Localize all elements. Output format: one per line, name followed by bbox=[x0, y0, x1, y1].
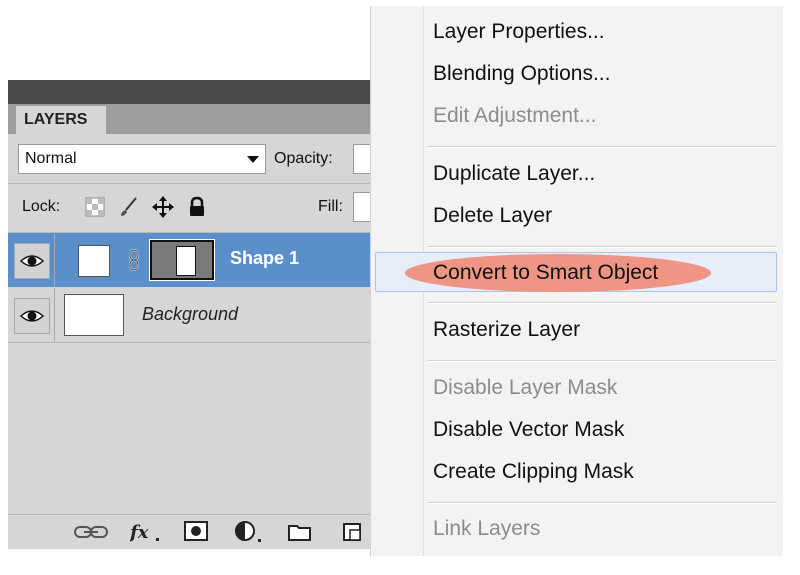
eye-icon bbox=[20, 255, 44, 267]
tab-layers[interactable]: LAYERS bbox=[16, 106, 106, 134]
layer-thumbnail[interactable] bbox=[78, 245, 110, 277]
add-mask-icon[interactable] bbox=[184, 521, 210, 543]
layer-row-shape-1[interactable]: Shape 1 bbox=[8, 233, 370, 287]
svg-text:fx: fx bbox=[130, 522, 149, 543]
menu-divider bbox=[427, 302, 777, 304]
adjustment-layer-icon[interactable] bbox=[234, 521, 266, 545]
divider bbox=[8, 183, 370, 184]
layers-panel: LAYERS Normal Opacity: Lock: Fill: Shape… bbox=[8, 80, 370, 549]
menu-item-link-layers: Link Layers bbox=[433, 517, 541, 540]
opacity-field[interactable] bbox=[353, 144, 370, 174]
visibility-toggle[interactable] bbox=[14, 243, 50, 279]
lock-image-pixels-icon[interactable] bbox=[118, 196, 140, 218]
divider bbox=[54, 288, 55, 342]
new-group-icon[interactable] bbox=[288, 522, 312, 542]
visibility-toggle[interactable] bbox=[14, 298, 50, 334]
layer-context-menu: Layer Properties... Blending Options... … bbox=[370, 6, 783, 556]
opacity-label: Opacity: bbox=[274, 150, 333, 167]
menu-item-blending-options[interactable]: Blending Options... bbox=[433, 62, 610, 86]
mask-shape bbox=[176, 246, 196, 276]
new-layer-icon[interactable] bbox=[342, 522, 364, 544]
blend-mode-select[interactable]: Normal bbox=[18, 144, 266, 174]
fx-icon[interactable]: fx bbox=[130, 520, 162, 544]
panel-footer: fx bbox=[8, 514, 370, 549]
divider bbox=[54, 233, 55, 287]
chevron-down-icon bbox=[247, 156, 259, 163]
link-icon[interactable] bbox=[128, 249, 140, 271]
layer-name[interactable]: Background bbox=[142, 304, 238, 325]
menu-divider bbox=[427, 502, 777, 504]
link-layers-icon[interactable] bbox=[74, 523, 108, 541]
blend-mode-value: Normal bbox=[25, 150, 77, 167]
layer-thumbnail[interactable] bbox=[64, 294, 124, 336]
menu-item-rasterize-layer[interactable]: Rasterize Layer bbox=[433, 318, 580, 342]
layer-name[interactable]: Shape 1 bbox=[230, 248, 299, 269]
menu-item-duplicate-layer[interactable]: Duplicate Layer... bbox=[433, 162, 595, 186]
menu-item-edit-adjustment: Edit Adjustment... bbox=[433, 104, 597, 127]
menu-item-layer-properties[interactable]: Layer Properties... bbox=[433, 20, 605, 44]
fill-label: Fill: bbox=[318, 198, 343, 215]
eye-icon bbox=[20, 310, 44, 322]
layer-row-background[interactable]: Background bbox=[8, 288, 370, 343]
menu-divider bbox=[427, 146, 777, 148]
panel-title-bar[interactable] bbox=[8, 80, 370, 104]
menu-divider bbox=[427, 360, 777, 362]
lock-label: Lock: bbox=[22, 198, 61, 215]
menu-item-convert-to-smart-object[interactable]: Convert to Smart Object bbox=[433, 261, 658, 285]
lock-all-icon[interactable] bbox=[186, 196, 208, 218]
menu-item-create-clipping-mask[interactable]: Create Clipping Mask bbox=[433, 460, 634, 484]
menu-divider bbox=[427, 246, 777, 248]
menu-item-disable-layer-mask: Disable Layer Mask bbox=[433, 376, 618, 399]
lock-transparent-pixels-icon[interactable] bbox=[84, 196, 106, 218]
vector-mask-thumbnail[interactable] bbox=[149, 239, 215, 281]
lock-position-icon[interactable] bbox=[152, 196, 174, 218]
menu-item-disable-vector-mask[interactable]: Disable Vector Mask bbox=[433, 418, 624, 442]
fill-field[interactable] bbox=[353, 192, 370, 222]
menu-item-delete-layer[interactable]: Delete Layer bbox=[433, 204, 552, 228]
